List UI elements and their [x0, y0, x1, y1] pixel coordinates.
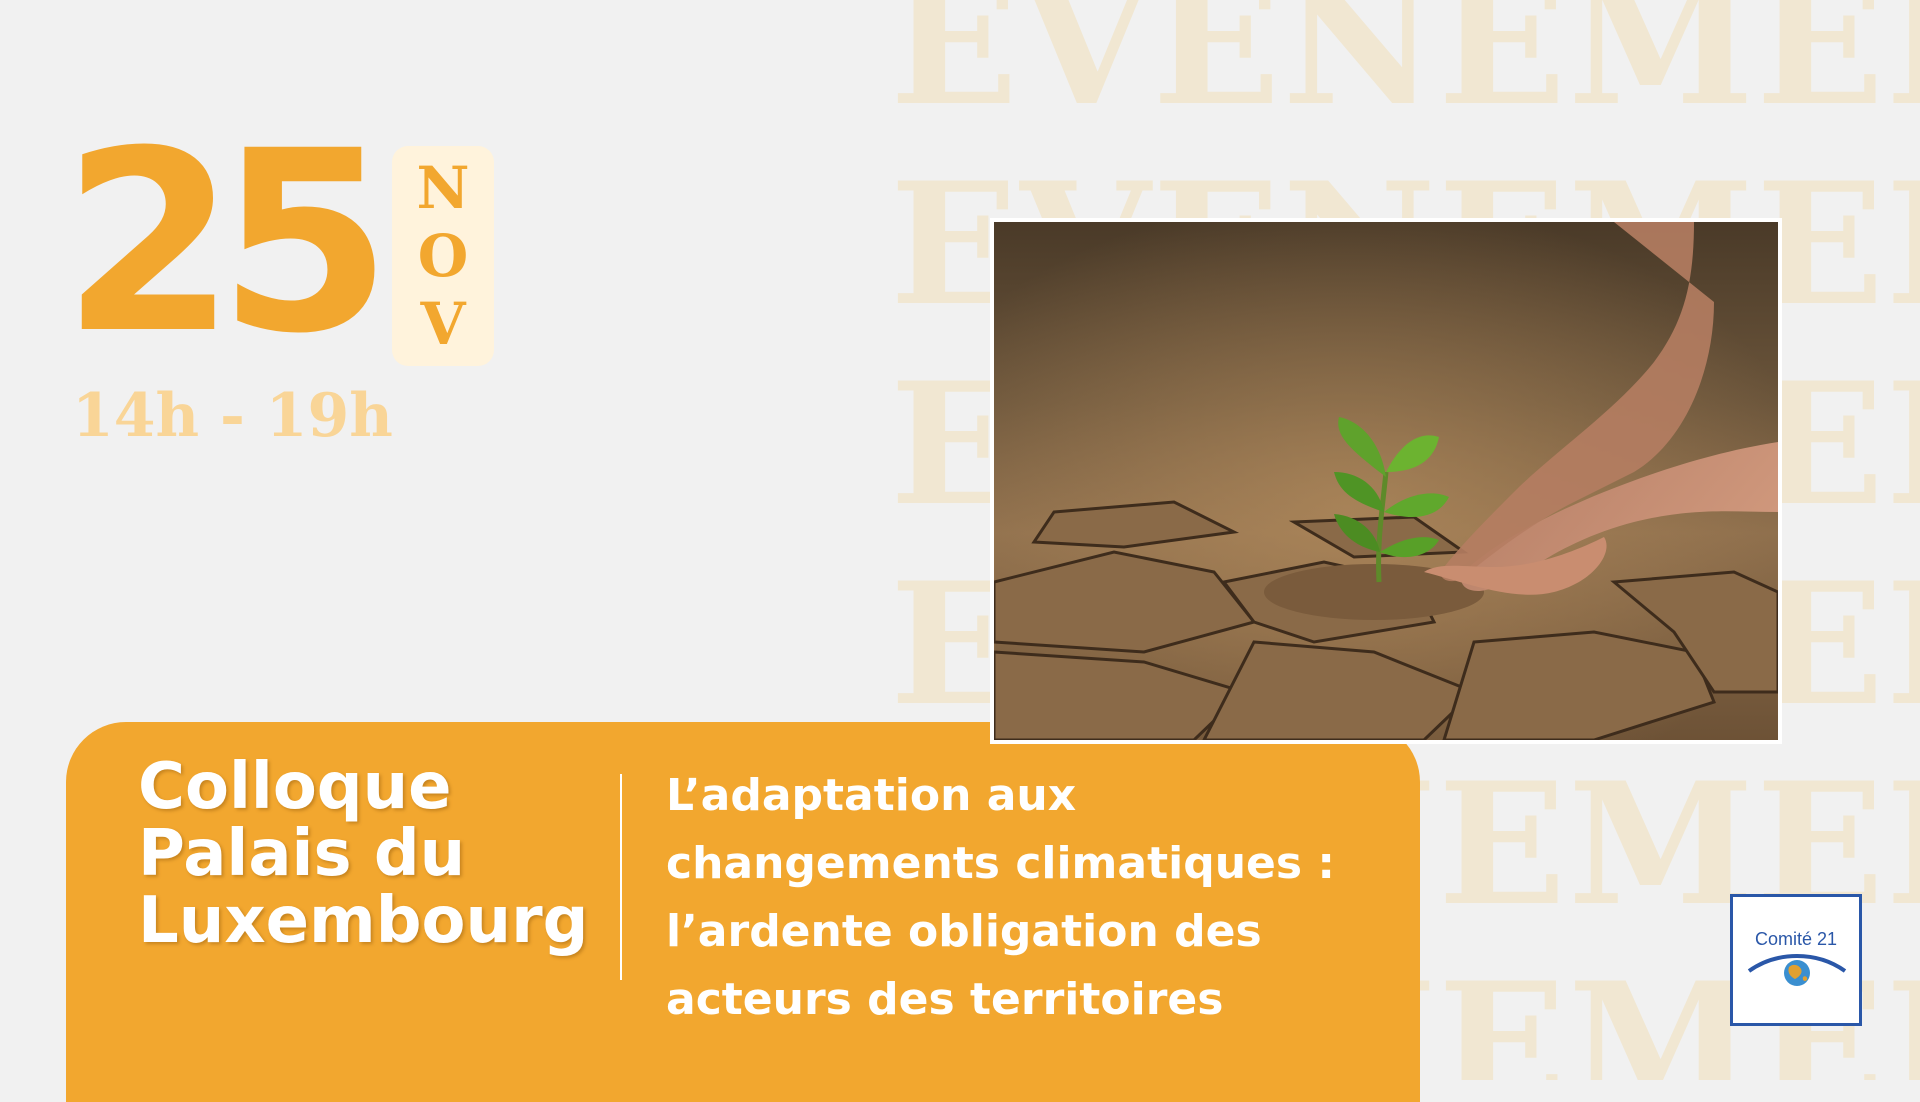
event-month-badge: N O V — [392, 146, 494, 366]
globe-eye-icon — [1747, 954, 1847, 986]
logo-text: Comité 21 — [1754, 929, 1838, 949]
topic-line: l’ardente obligation des — [666, 906, 1262, 957]
event-venue: Colloque Palais du Luxembourg — [138, 754, 608, 955]
event-day: 25 — [62, 97, 392, 388]
topic-line: acteurs des territoires — [666, 974, 1224, 1025]
month-letter: V — [420, 290, 466, 358]
watermark-word: EVENEMENT — [890, 0, 1920, 143]
venue-line: Luxembourg — [138, 884, 589, 958]
seedling-soil-image — [994, 222, 1778, 740]
event-topic: L’adaptation aux changements climatiques… — [666, 762, 1406, 1034]
venue-line: Colloque — [138, 750, 452, 824]
venue-line: Palais du — [138, 817, 466, 891]
event-time: 14h - 19h — [72, 381, 393, 451]
topic-line: changements climatiques : — [666, 838, 1335, 889]
month-letter: N — [416, 154, 470, 222]
topic-line: L’adaptation aux — [666, 770, 1077, 821]
month-letter: O — [417, 222, 469, 290]
event-banner: Colloque Palais du Luxembourg L’adaptati… — [66, 722, 1420, 1102]
comite21-logo: Comité 21 — [1730, 894, 1862, 1026]
event-photo — [990, 218, 1782, 744]
banner-divider — [620, 774, 622, 980]
